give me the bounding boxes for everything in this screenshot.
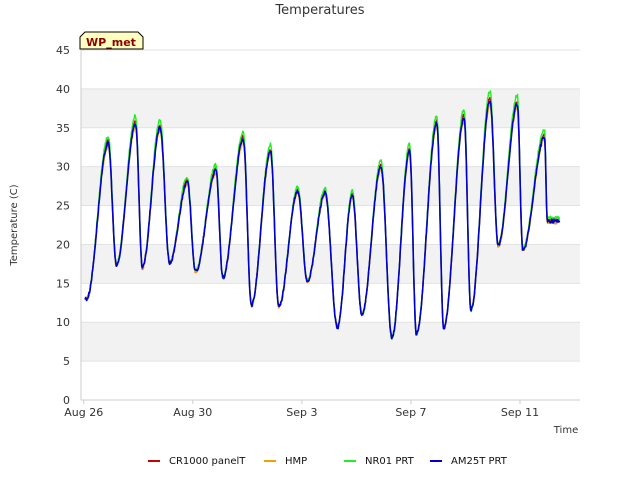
y-tick-label: 45 [56, 44, 70, 57]
x-tick-label: Sep 7 [395, 406, 426, 419]
y-tick-label: 20 [56, 238, 70, 251]
grid-band [81, 88, 580, 128]
y-axis-label: Temperature (C) [9, 184, 20, 266]
legend-label: NR01 PRT [365, 456, 415, 467]
legend-label: HMP [285, 456, 307, 467]
x-tick-label: Aug 30 [173, 406, 212, 419]
y-tick-label: 40 [56, 83, 70, 96]
x-tick-label: Aug 26 [64, 406, 103, 419]
y-tick-label: 15 [56, 277, 70, 290]
legend-label: AM25T PRT [451, 456, 508, 467]
y-tick-label: 30 [56, 161, 70, 174]
legend: CR1000 panelT HMP NR01 PRT AM25T PRT [148, 456, 508, 467]
y-tick-labels: 051015202530354045 [56, 44, 70, 407]
x-tick-labels: Aug 26 Aug 30 Sep 3 Sep 7 Sep 11 [64, 400, 539, 419]
legend-label: CR1000 panelT [169, 456, 246, 467]
station-badge: WP_met [79, 31, 144, 50]
y-tick-label: 25 [56, 200, 70, 213]
temperature-chart: Temperatures 051015202530354045 Aug 26 Au… [9, 3, 580, 467]
grid-band [81, 322, 580, 362]
y-tick-label: 10 [56, 316, 70, 329]
station-badge-label: WP_met [86, 36, 136, 49]
x-tick-label: Sep 3 [286, 406, 317, 419]
x-axis-label: Time [553, 425, 578, 436]
y-tick-label: 5 [63, 355, 70, 368]
y-tick-label: 35 [56, 122, 70, 135]
x-tick-label: Sep 11 [501, 406, 539, 419]
chart-title: Temperatures [274, 3, 364, 18]
